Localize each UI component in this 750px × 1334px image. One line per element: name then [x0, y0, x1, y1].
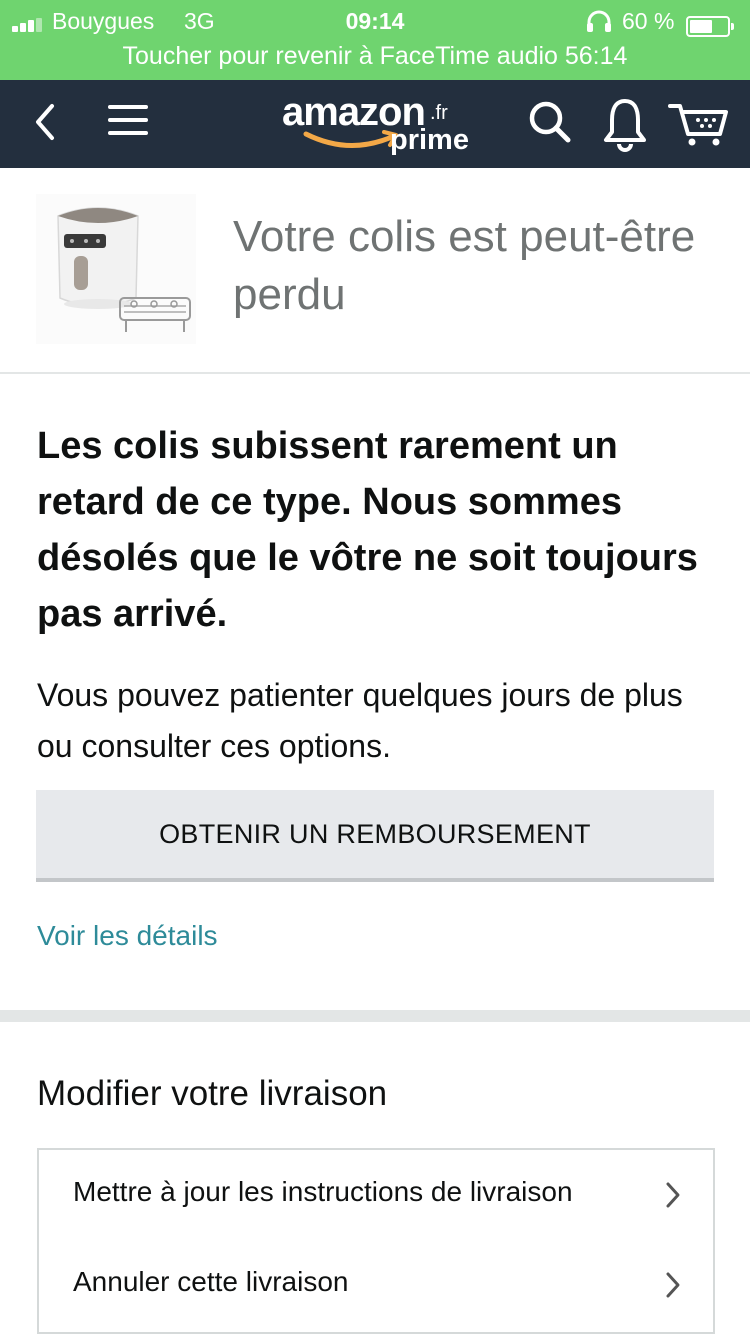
status-bar: Bouygues 3G 09:14 60 % Toucher pour reve…	[0, 0, 750, 80]
battery-percentage: 60 %	[622, 8, 675, 34]
option-label: Mettre à jour les instructions de livrai…	[73, 1176, 573, 1207]
menu-icon[interactable]	[106, 80, 150, 168]
option-label: Annuler cette livraison	[73, 1266, 349, 1297]
air-fryer-product-image[interactable]	[36, 194, 196, 344]
delay-subtext: Vous pouvez patienter quelques jours de …	[37, 677, 683, 764]
bell-icon[interactable]	[600, 80, 650, 168]
headphones-icon	[587, 10, 611, 32]
battery-icon	[686, 16, 734, 37]
cancel-delivery-option[interactable]: Annuler cette livraison	[37, 1240, 715, 1334]
delay-headline: Les colis subissent rarement un retard d…	[37, 425, 698, 635]
section-divider	[0, 1010, 750, 1022]
product-header: Votre colis est peut-être perdu	[0, 168, 750, 374]
smile-arrow-icon	[303, 130, 398, 148]
modify-delivery-title: Modifier votre livraison	[37, 1074, 388, 1113]
search-icon[interactable]	[526, 80, 574, 168]
cart-icon[interactable]	[668, 80, 730, 168]
logo-tier: prime	[390, 124, 469, 156]
refund-button[interactable]: OBTENIR UN REMBOURSEMENT	[36, 790, 714, 882]
facetime-return-banner[interactable]: Toucher pour revenir à FaceTime audio 56…	[0, 42, 750, 71]
back-icon[interactable]	[28, 80, 62, 168]
view-details-link[interactable]: Voir les détails	[37, 920, 218, 952]
update-instructions-option[interactable]: Mettre à jour les instructions de livrai…	[37, 1148, 715, 1242]
battery-level	[690, 20, 712, 33]
page-title: Votre colis est peut-être perdu	[233, 212, 696, 319]
chevron-right-icon	[666, 1182, 680, 1208]
amazon-prime-logo[interactable]: amazon .fr prime	[282, 90, 472, 160]
logo-domain: .fr	[430, 102, 448, 124]
top-nav-bar: amazon .fr prime	[0, 80, 750, 168]
chevron-right-icon	[666, 1272, 680, 1298]
